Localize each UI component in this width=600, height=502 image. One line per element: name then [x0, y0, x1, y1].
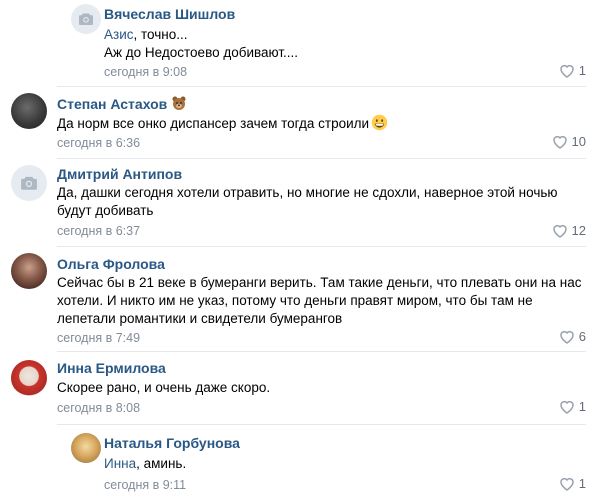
- comment: Степан Астахов Да норм все онко диспансе…: [0, 87, 600, 158]
- like-button[interactable]: 6: [559, 329, 586, 344]
- comment: Дмитрий Антипов Да, дашки сегодня хотели…: [0, 159, 600, 246]
- like-count: 1: [578, 476, 586, 491]
- heart-icon: [560, 64, 574, 78]
- like-button[interactable]: 1: [559, 399, 586, 414]
- comment-text-line: лепетали романтики и свидетели бумеранго…: [57, 311, 343, 326]
- heart-icon: [560, 400, 574, 414]
- comment-timestamp[interactable]: сегодня в 9:08: [104, 65, 187, 79]
- comment: Инна Ермилова Скорее рано, и очень даже …: [0, 352, 600, 424]
- camera-placeholder-icon: [79, 13, 93, 25]
- comment-text-line: хотели. И никто им не указ, потому что д…: [57, 293, 533, 308]
- avatar[interactable]: [11, 253, 47, 289]
- comment-author[interactable]: Степан Астахов: [57, 95, 187, 112]
- avatar[interactable]: [11, 165, 47, 201]
- comment-text-part: , аминь.: [136, 456, 187, 471]
- grinning-face-icon: [371, 114, 388, 131]
- comment-author[interactable]: Наталья Горбунова: [104, 435, 240, 451]
- comment-author[interactable]: Ольга Фролова: [57, 256, 165, 272]
- like-button[interactable]: 10: [552, 134, 586, 149]
- like-count: 1: [578, 63, 586, 78]
- avatar[interactable]: [71, 4, 101, 34]
- comment-text-line: Да, дашки сегодня хотели отравить, но мн…: [57, 185, 558, 200]
- comment-text-part: Да норм все онко диспансер зачем тогда с…: [57, 116, 370, 131]
- avatar[interactable]: [11, 360, 47, 396]
- comment-timestamp[interactable]: сегодня в 6:37: [57, 224, 140, 238]
- heart-icon: [560, 330, 574, 344]
- comment-text-part: , точно...: [133, 27, 188, 42]
- comment-timestamp[interactable]: сегодня в 8:08: [57, 401, 140, 415]
- comment-author[interactable]: Инна Ермилова: [57, 360, 166, 376]
- like-count: 1: [578, 399, 586, 414]
- heart-icon: [552, 224, 567, 238]
- bear-emoji-icon: [172, 96, 186, 110]
- mention-link[interactable]: Азис: [104, 27, 134, 42]
- avatar[interactable]: [71, 433, 101, 463]
- avatar[interactable]: [11, 93, 47, 129]
- comment-text-line: Сейчас бы в 21 веке в бумеранги верить. …: [57, 275, 582, 290]
- comment-text-line: Аж до Недостоево добивают....: [104, 45, 299, 60]
- comment-text: Да норм все онко диспансер зачем тогда с…: [57, 114, 388, 133]
- comment-timestamp[interactable]: сегодня в 7:49: [57, 331, 140, 345]
- comment-author[interactable]: Дмитрий Антипов: [57, 166, 182, 182]
- author-name: Степан Астахов: [57, 96, 168, 112]
- comment-text: Скорее рано, и очень даже скоро.: [57, 380, 271, 395]
- comment-author[interactable]: Вячеслав Шишлов: [104, 6, 235, 22]
- comment-text-line: будут добивать: [57, 203, 154, 218]
- comment-text: Инна, аминь.: [104, 455, 186, 473]
- heart-icon: [552, 135, 567, 149]
- like-button[interactable]: 1: [559, 476, 586, 491]
- camera-placeholder-icon: [21, 176, 37, 190]
- like-count: 10: [571, 134, 586, 149]
- comment: Ольга Фролова Сейчас бы в 21 веке в буме…: [0, 247, 600, 351]
- like-button[interactable]: 1: [559, 63, 586, 78]
- comment-reply: Наталья Горбунова Инна, аминь. сегодня в…: [0, 425, 600, 502]
- comment-timestamp[interactable]: сегодня в 6:36: [57, 136, 140, 150]
- like-count: 6: [578, 329, 586, 344]
- comment-timestamp[interactable]: сегодня в 9:11: [104, 478, 186, 492]
- comment-text: Азис, точно...: [104, 26, 188, 44]
- comment-reply: Вячеслав Шишлов Азис, точно... Аж до Нед…: [0, 0, 600, 86]
- heart-icon: [560, 477, 574, 491]
- mention-link[interactable]: Инна: [104, 456, 136, 471]
- like-button[interactable]: 12: [552, 223, 586, 238]
- like-count: 12: [571, 223, 586, 238]
- comments-list: Вячеслав Шишлов Азис, точно... Аж до Нед…: [0, 0, 600, 502]
